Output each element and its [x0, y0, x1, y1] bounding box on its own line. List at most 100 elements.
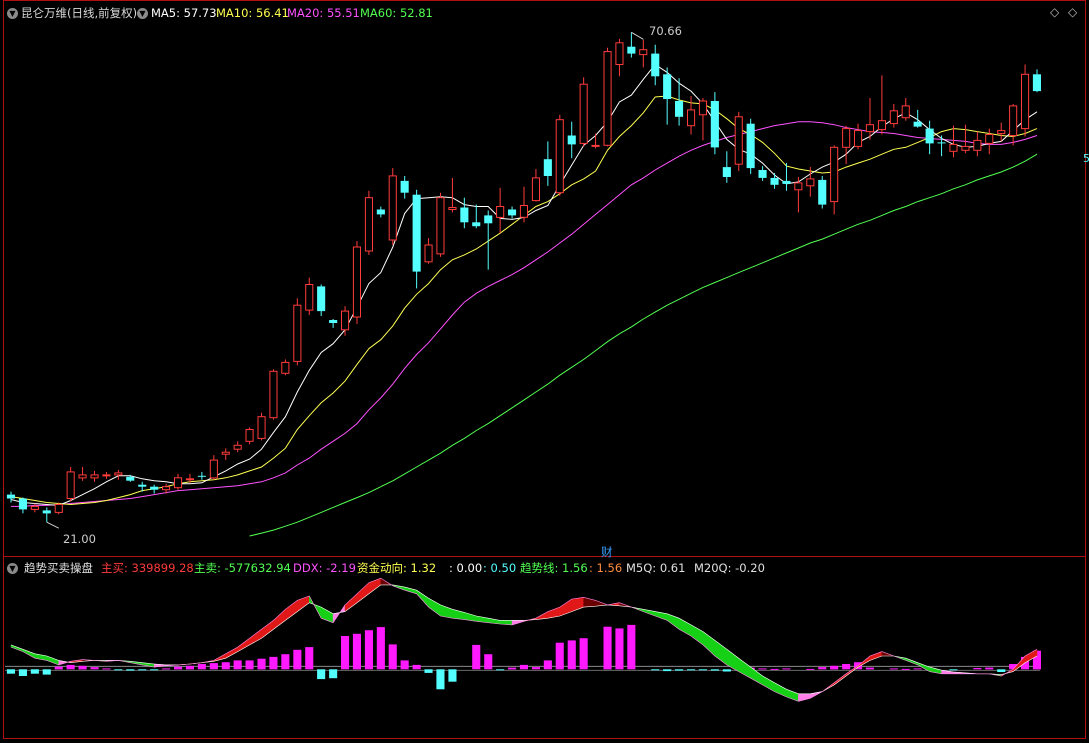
indicator-bar — [866, 668, 874, 670]
candle-up — [234, 445, 241, 449]
settings-icon[interactable]: ▼ — [137, 8, 148, 19]
indicator-band — [238, 638, 250, 651]
indicator-name: 趋势买卖操盘 — [24, 561, 93, 575]
indicator-bar — [699, 669, 707, 670]
diamond-icon-2[interactable]: ◇ — [1068, 5, 1077, 19]
indicator-bar — [198, 664, 206, 669]
trend-line-value: 趋势线: 1.56 — [520, 561, 588, 575]
indicator-bar — [782, 668, 790, 669]
diamond-icon[interactable]: ◇ — [1050, 5, 1059, 19]
indicator-bar — [31, 669, 39, 673]
indicator-bar — [818, 667, 826, 669]
indicator-band — [285, 600, 297, 620]
indicator-bar — [210, 663, 218, 669]
candle-up — [902, 106, 909, 118]
indicator-band — [703, 632, 715, 656]
indicator-bar — [389, 644, 397, 669]
indicator-dropdown-icon[interactable]: ▼ — [7, 563, 18, 574]
candle-down — [19, 499, 27, 510]
dropdown-icon[interactable]: ▼ — [7, 8, 18, 19]
ma5-legend: MA5: 57.73 — [151, 6, 217, 20]
candle-up — [163, 487, 170, 490]
indicator-band — [786, 689, 798, 701]
candle-up — [186, 479, 193, 480]
indicator-band — [691, 625, 703, 645]
indicator-band — [751, 667, 763, 685]
indicator-band — [560, 599, 572, 616]
blank-value-3: : 1.56 — [589, 561, 622, 575]
candle-down — [723, 167, 731, 177]
candle-up — [604, 52, 611, 146]
indicator-bar — [162, 668, 170, 669]
candle-up — [699, 101, 706, 115]
candle-up — [1010, 106, 1017, 136]
candle-down — [759, 170, 767, 178]
candle-down — [460, 208, 468, 223]
candle-up — [437, 198, 444, 254]
indicator-band — [47, 656, 59, 665]
candle-up — [998, 131, 1005, 134]
indicator-bar — [222, 662, 230, 669]
indicator-bar — [914, 668, 922, 669]
candle-down — [568, 136, 576, 145]
indicator-bar — [305, 647, 313, 669]
indicator-bar — [711, 669, 719, 670]
indicator-bar — [902, 669, 910, 670]
low-marker-line — [47, 522, 59, 528]
indicator-band — [870, 652, 882, 661]
candle-down — [413, 195, 421, 272]
candle-up — [974, 140, 981, 150]
indicator-bar — [67, 665, 75, 669]
indicator-bar — [544, 660, 552, 669]
candle-down — [198, 476, 206, 477]
indicator-bar — [258, 659, 266, 670]
blank-value-2: : 0.50 — [483, 561, 516, 575]
indicator-band — [273, 609, 285, 629]
indicator-band — [775, 683, 787, 697]
candle-up — [365, 198, 372, 251]
indicator-bar — [973, 668, 981, 669]
indicator-bar — [675, 669, 683, 670]
candle-up — [556, 120, 563, 193]
indicator-bar — [79, 666, 87, 670]
candle-down — [938, 142, 946, 143]
candle-up — [497, 207, 504, 218]
indicator-bar — [55, 667, 63, 670]
indicator-bar — [830, 666, 838, 670]
indicator-bar — [365, 630, 373, 669]
high-marker-line — [631, 32, 643, 39]
indicator-bar — [520, 665, 528, 669]
indicator-band — [715, 640, 727, 664]
indicator-bar — [341, 636, 349, 669]
candle-up — [425, 245, 432, 262]
candle-down — [771, 178, 779, 185]
m20q-value: M20Q: -0.20 — [694, 561, 765, 575]
candle-down — [747, 124, 755, 168]
candle-up — [342, 311, 349, 330]
m5q-value: M5Q: 0.61 — [626, 561, 685, 575]
candle-up — [855, 131, 862, 147]
candle-up — [950, 144, 957, 151]
indicator-bar — [949, 669, 957, 670]
indicator-bar — [293, 650, 301, 670]
indicator-bar — [150, 669, 158, 670]
indicator-bar — [126, 669, 134, 670]
candle-down — [7, 495, 15, 499]
indicator-bar — [377, 627, 385, 669]
indicator-bar — [413, 665, 421, 669]
indicator-bar — [353, 634, 361, 670]
candle-up — [866, 125, 873, 132]
indicator-signal-line — [11, 585, 1037, 694]
candle-up — [688, 110, 695, 126]
candle-up — [807, 179, 814, 186]
candle-up — [270, 371, 277, 417]
candle-down — [329, 320, 337, 323]
indicator-bar — [19, 669, 27, 676]
event-marker[interactable]: 财 — [601, 545, 613, 559]
candle-up — [735, 117, 742, 164]
candle-up — [986, 135, 993, 144]
candle-down — [544, 159, 552, 176]
indicator-bar — [580, 638, 588, 669]
indicator-main-line — [11, 578, 1037, 701]
indicator-bar — [759, 668, 767, 669]
